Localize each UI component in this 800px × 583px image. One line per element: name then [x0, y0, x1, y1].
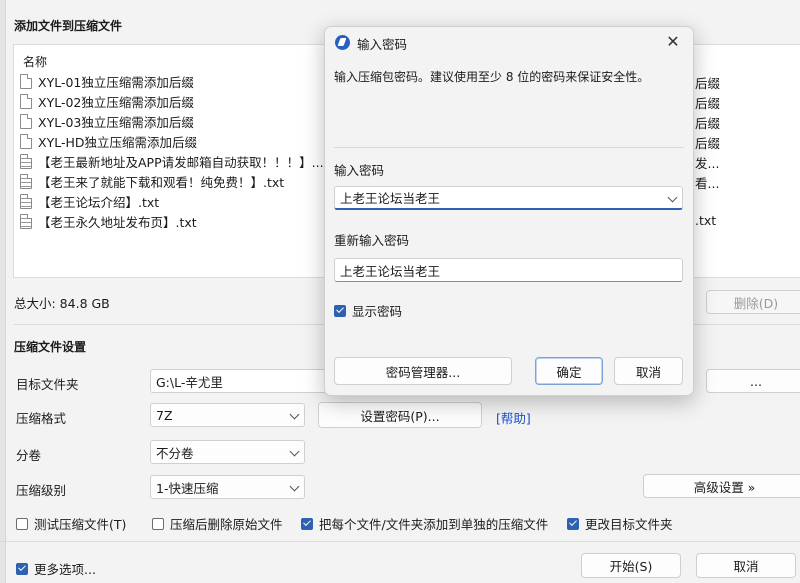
- ok-button[interactable]: 确定: [535, 357, 603, 385]
- list-item[interactable]: 【老王最新地址及APP请发邮箱自动获取！！！】....: [20, 151, 328, 171]
- list-item[interactable]: 【老王来了就能下载和观看！纯免费！】.txt: [20, 171, 284, 191]
- test-archive-checkbox[interactable]: 测试压缩文件(T): [16, 514, 126, 533]
- level-label: 压缩级别: [16, 483, 67, 498]
- settings-title: 压缩文件设置: [14, 340, 87, 354]
- change-target-checkbox[interactable]: 更改目标文件夹: [567, 514, 673, 533]
- list-item[interactable]: 【老王永久地址发布页】.txt: [20, 211, 197, 231]
- chevron-down-icon: [289, 481, 300, 492]
- start-button[interactable]: 开始(S): [581, 553, 681, 578]
- left-window-edge: [0, 0, 6, 583]
- total-size: 总大小: 84.8 GB: [14, 296, 110, 311]
- chevron-down-icon: [289, 446, 300, 457]
- format-label: 压缩格式: [16, 411, 67, 426]
- close-icon[interactable]: ✕: [663, 31, 683, 51]
- dialog-cancel-button[interactable]: 取消: [614, 357, 683, 385]
- password-input[interactable]: 上老王论坛当老王: [334, 186, 683, 210]
- password-manager-button[interactable]: 密码管理器...: [334, 357, 512, 385]
- level-select[interactable]: 1-快速压缩: [150, 475, 305, 499]
- help-link[interactable]: [帮助]: [496, 408, 531, 427]
- set-password-button[interactable]: 设置密码(P)...: [318, 402, 482, 428]
- password-dialog: 输入密码 ✕ 输入压缩包密码。建议使用至少 8 位的密码来保证安全性。 输入密码…: [324, 26, 694, 396]
- list-item-extra: 后缀: [695, 96, 721, 111]
- list-item-extra: 发...: [695, 156, 720, 171]
- delete-button[interactable]: 删除(D): [706, 290, 800, 314]
- dialog-description: 输入压缩包密码。建议使用至少 8 位的密码来保证安全性。: [334, 70, 650, 84]
- file-icon: [20, 113, 32, 129]
- text-file-icon: [20, 213, 32, 229]
- page-title: 添加文件到压缩文件: [14, 19, 123, 33]
- list-item-extra: 后缀: [695, 76, 721, 91]
- list-item-extra: 后缀: [695, 116, 721, 131]
- list-item[interactable]: XYL-03独立压缩需添加后缀: [20, 111, 194, 131]
- text-file-icon: [20, 173, 32, 189]
- delete-source-checkbox[interactable]: 压缩后删除原始文件: [152, 514, 283, 533]
- target-folder-input[interactable]: G:\L-辛尤里: [150, 369, 340, 393]
- text-file-icon: [20, 153, 32, 169]
- password-label: 输入密码: [334, 163, 385, 178]
- browse-button[interactable]: ...: [706, 369, 800, 393]
- dialog-title: 输入密码: [357, 37, 408, 52]
- list-item[interactable]: XYL-HD独立压缩需添加后缀: [20, 131, 197, 151]
- list-item-extra: .txt: [695, 213, 717, 228]
- list-item[interactable]: 【老王论坛介绍】.txt: [20, 191, 159, 211]
- list-item[interactable]: XYL-02独立压缩需添加后缀: [20, 91, 194, 111]
- divider: [0, 541, 800, 542]
- cancel-button[interactable]: 取消: [696, 553, 796, 578]
- chevron-down-icon: [289, 409, 300, 420]
- reenter-password-label: 重新输入密码: [334, 233, 410, 248]
- file-icon: [20, 93, 32, 109]
- column-header-name[interactable]: 名称: [23, 53, 47, 70]
- target-folder-label: 目标文件夹: [16, 377, 79, 392]
- file-icon: [20, 73, 32, 89]
- split-select[interactable]: 不分卷: [150, 440, 305, 464]
- format-select[interactable]: 7Z: [150, 403, 305, 427]
- list-item-extra: 看...: [695, 176, 720, 191]
- more-options-checkbox[interactable]: 更多选项...: [16, 559, 96, 578]
- chevron-down-icon[interactable]: [667, 192, 678, 203]
- advanced-settings-button[interactable]: 高级设置 »: [643, 474, 800, 498]
- split-label: 分卷: [16, 448, 42, 463]
- app-logo-icon: [335, 35, 350, 50]
- reenter-password-input[interactable]: 上老王论坛当老王: [334, 258, 683, 282]
- divider: [334, 147, 684, 148]
- text-file-icon: [20, 193, 32, 209]
- list-item-extra: 后缀: [695, 136, 721, 151]
- file-icon: [20, 133, 32, 149]
- show-password-checkbox[interactable]: 显示密码: [334, 301, 402, 320]
- separate-archives-checkbox[interactable]: 把每个文件/文件夹添加到单独的压缩文件: [301, 514, 548, 533]
- list-item[interactable]: XYL-01独立压缩需添加后缀: [20, 71, 194, 91]
